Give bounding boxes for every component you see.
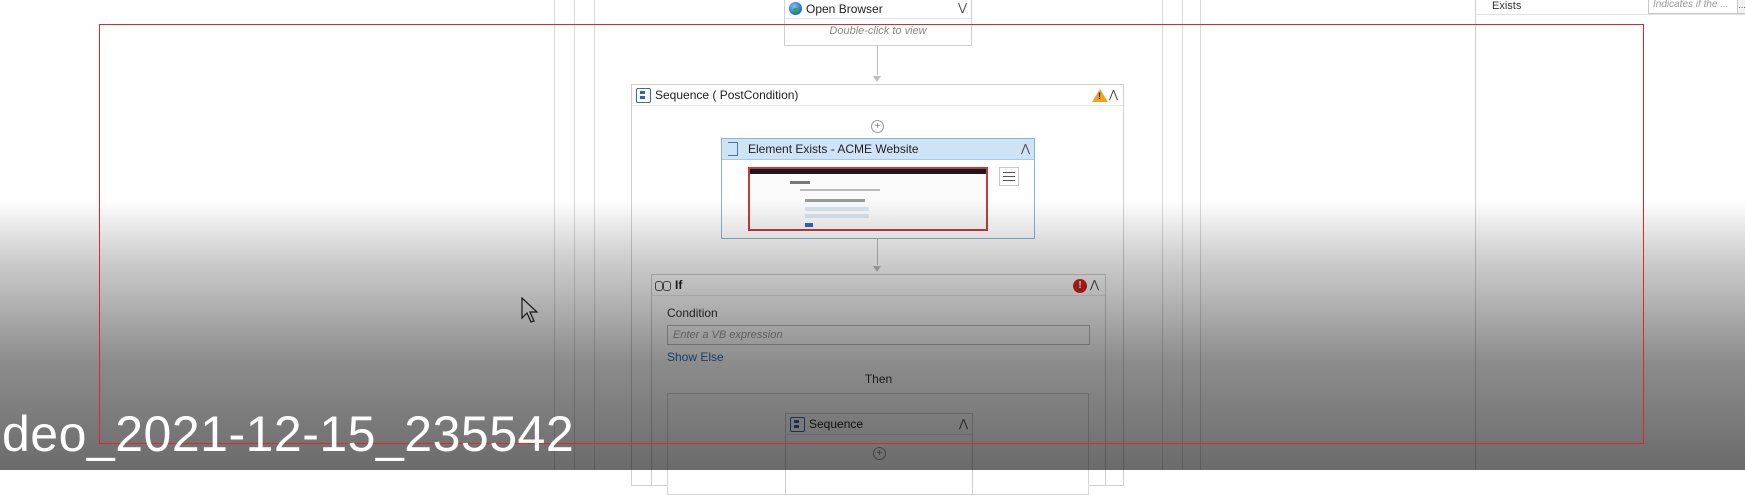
globe-icon [789,2,802,15]
sequence-postcondition-title: Sequence ( PostCondition) [655,88,799,102]
element-exists-title: Element Exists - ACME Website [748,142,919,156]
collapse-chevron-icon[interactable]: ⋀ [1090,280,1099,291]
mouse-cursor-icon [521,297,539,323]
properties-panel [1475,0,1745,470]
collapse-chevron-icon[interactable]: ⋀ [1109,90,1118,101]
property-value-input[interactable]: Indicates if the ... [1648,0,1739,14]
designer-guide-line [554,0,555,470]
if-activity[interactable]: If ! ⋀ Condition Enter a VB expression S… [651,274,1106,495]
designer-guide-line [1162,0,1163,470]
property-divider [1475,14,1745,15]
sequence-icon [636,87,651,103]
inner-sequence-title: Sequence [809,417,864,431]
designer-guide-line [1200,0,1201,470]
collapse-chevron-icon[interactable]: ⋀ [1021,144,1030,155]
show-else-link[interactable]: Show Else [667,350,724,364]
target-element-screenshot [748,167,988,231]
collapse-chevron-icon[interactable]: ⋀ [959,419,968,430]
expand-chevron-icon[interactable]: ⋁ [958,3,967,14]
property-browse-button[interactable]: ... [1737,0,1745,14]
condition-label: Condition [667,306,718,320]
open-browser-activity[interactable]: Open Browser ⋁ Double-click to view [784,0,972,46]
connector-arrow-icon [873,76,881,82]
then-container[interactable]: Sequence ⋀ + [667,393,1089,495]
open-browser-hint: Double-click to view [829,25,927,37]
condition-input[interactable]: Enter a VB expression [667,325,1090,345]
add-activity-icon[interactable]: + [871,120,884,133]
if-title: If [675,278,683,292]
sequence-icon [790,416,805,432]
element-exists-icon [728,142,738,156]
warning-icon[interactable]: ! [1092,89,1108,102]
then-label: Then [864,372,893,386]
if-icon [655,279,671,291]
video-filename-watermark: deo_2021-12-15_235542 [2,406,575,462]
options-menu-icon[interactable] [999,167,1019,186]
open-browser-title: Open Browser [806,1,883,16]
connector-line [877,45,878,75]
error-icon[interactable]: ! [1073,279,1087,293]
connector-arrow-icon [873,266,881,272]
designer-guide-line [1182,0,1183,470]
property-name-exists: Exists [1492,0,1522,12]
element-exists-activity[interactable]: Element Exists - ACME Website ⋀ [721,138,1035,239]
inner-sequence-activity[interactable]: Sequence ⋀ + [785,413,973,495]
workflow-designer-canvas[interactable]: Open Browser ⋁ Double-click to view Sequ… [0,0,1745,495]
designer-guide-line [594,0,595,470]
add-activity-icon[interactable]: + [873,447,886,460]
connector-line [877,238,878,265]
designer-guide-line [574,0,575,470]
